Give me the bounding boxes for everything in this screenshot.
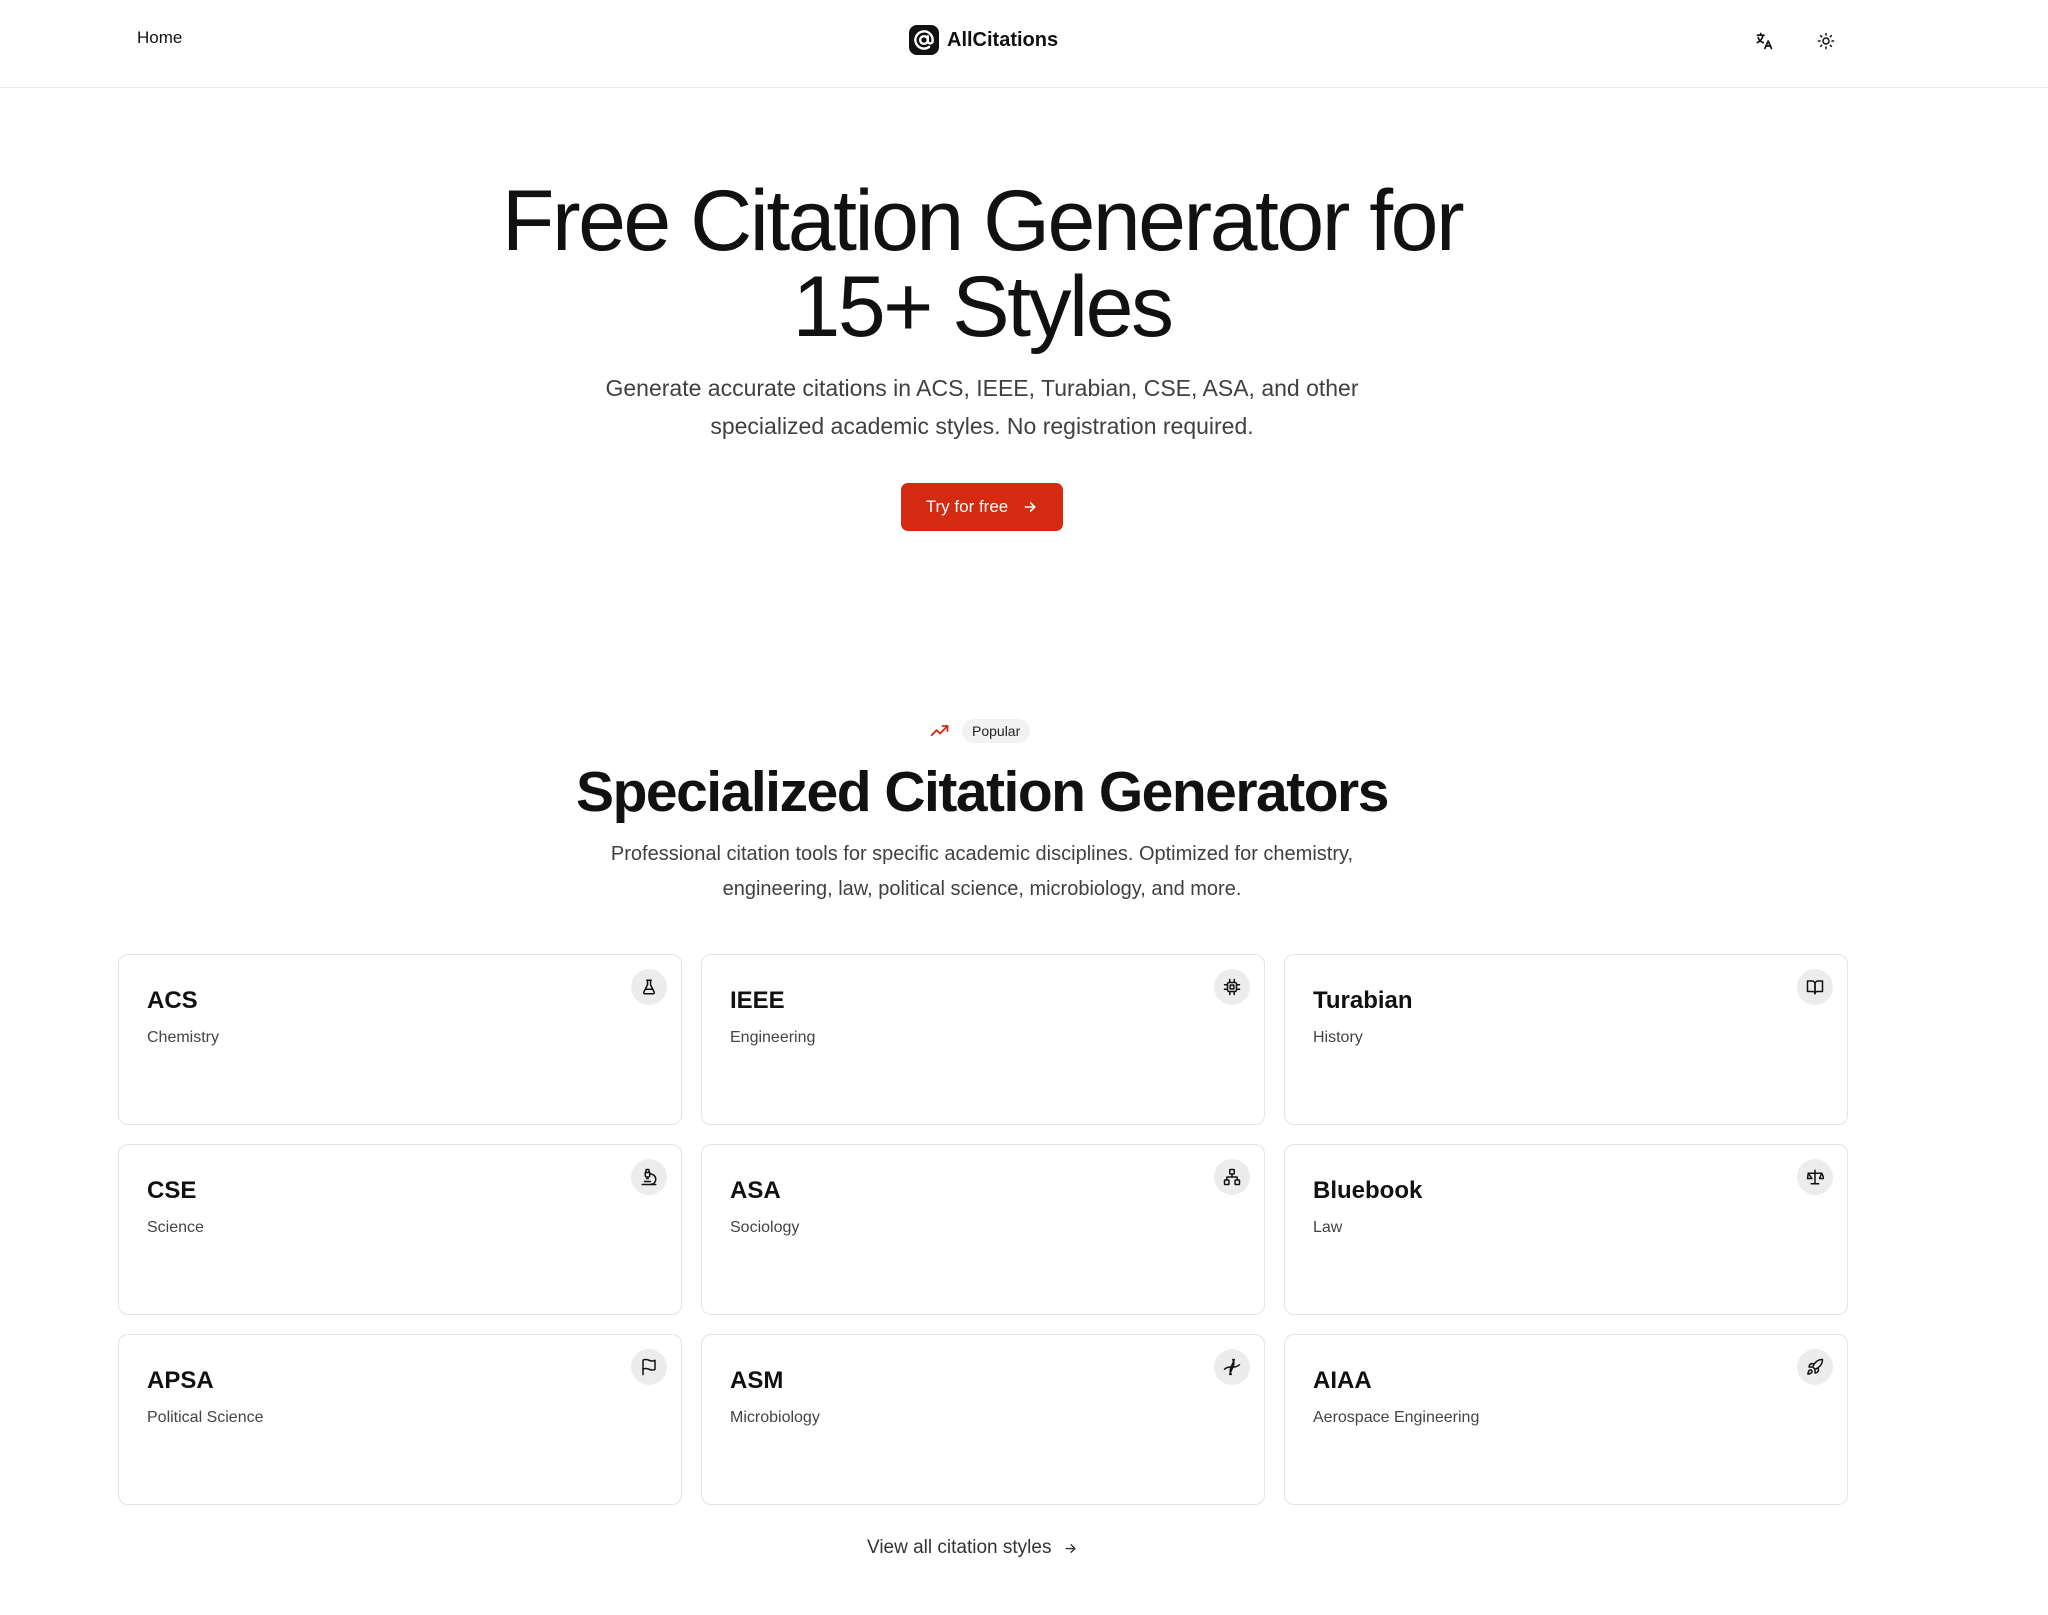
nav-home-link[interactable]: Home bbox=[137, 28, 182, 48]
theme-toggle-button[interactable] bbox=[1809, 24, 1843, 58]
book-open-icon bbox=[1797, 969, 1833, 1005]
translate-icon bbox=[1756, 32, 1773, 50]
card-subtitle: Sociology bbox=[730, 1219, 800, 1236]
brand[interactable]: AllCitations bbox=[909, 24, 1058, 56]
card-title: APSA bbox=[147, 1367, 214, 1394]
hero-title-line1: Free Citation Generator for bbox=[501, 173, 1465, 269]
section-subtitle-line2: engineering, law, political science, mic… bbox=[722, 878, 1242, 900]
generator-grid: ACS Chemistry IEEE Engineering Turabian … bbox=[118, 954, 1848, 1505]
card-title: ASM bbox=[730, 1367, 784, 1394]
card-ieee[interactable]: IEEE Engineering bbox=[701, 954, 1265, 1125]
card-title: CSE bbox=[147, 1177, 197, 1204]
popular-badge: Popular bbox=[928, 717, 1031, 745]
cpu-icon bbox=[1214, 969, 1250, 1005]
arrow-right-icon bbox=[1065, 1543, 1077, 1553]
card-cse[interactable]: CSE Science bbox=[118, 1144, 682, 1315]
arrow-right-icon bbox=[1024, 502, 1036, 512]
card-title: ASA bbox=[730, 1177, 781, 1204]
at-sign-logo-icon bbox=[909, 25, 939, 55]
card-subtitle: History bbox=[1313, 1029, 1363, 1046]
hero-title: Free Citation Generator for 15+ Styles bbox=[424, 178, 1540, 350]
card-subtitle: Political Science bbox=[147, 1409, 264, 1426]
card-title: AIAA bbox=[1313, 1367, 1372, 1394]
hero-subtitle-line2: specialized academic styles. No registra… bbox=[710, 413, 1254, 439]
card-title: Turabian bbox=[1313, 987, 1413, 1014]
sun-icon bbox=[1817, 32, 1835, 50]
card-subtitle: Engineering bbox=[730, 1029, 816, 1046]
brand-name: AllCitations bbox=[947, 28, 1059, 51]
card-title: ACS bbox=[147, 987, 198, 1014]
view-all-styles-link[interactable]: View all citation styles bbox=[867, 1533, 1078, 1563]
flask-icon bbox=[631, 969, 667, 1005]
card-subtitle: Chemistry bbox=[147, 1029, 220, 1046]
popular-label: Popular bbox=[962, 719, 1031, 743]
card-asm[interactable]: ASM Microbiology bbox=[701, 1334, 1265, 1505]
card-title: Bluebook bbox=[1313, 1177, 1423, 1204]
dna-icon bbox=[1214, 1349, 1250, 1385]
view-all-label: View all citation styles bbox=[867, 1537, 1052, 1558]
section-title: Specialized Citation Generators bbox=[576, 760, 1389, 824]
hero-subtitle: Generate accurate citations in ACS, IEEE… bbox=[574, 369, 1390, 445]
card-subtitle: Law bbox=[1313, 1219, 1343, 1236]
card-aiaa[interactable]: AIAA Aerospace Engineering bbox=[1284, 1334, 1848, 1505]
card-asa[interactable]: ASA Sociology bbox=[701, 1144, 1265, 1315]
card-apsa[interactable]: APSA Political Science bbox=[118, 1334, 682, 1505]
rocket-icon bbox=[1797, 1349, 1833, 1385]
cta-label: Try for free bbox=[925, 497, 1009, 516]
card-turabian[interactable]: Turabian History bbox=[1284, 954, 1848, 1125]
site-header: Home AllCitations bbox=[0, 0, 2048, 88]
try-for-free-button[interactable]: Try for free bbox=[901, 483, 1063, 531]
section-subtitle: Professional citation tools for specific… bbox=[574, 837, 1390, 907]
card-subtitle: Microbiology bbox=[730, 1409, 820, 1426]
card-acs[interactable]: ACS Chemistry bbox=[118, 954, 682, 1125]
card-title: IEEE bbox=[730, 987, 785, 1014]
flag-icon bbox=[631, 1349, 667, 1385]
card-subtitle: Science bbox=[147, 1219, 204, 1236]
hero-subtitle-line1: Generate accurate citations in ACS, IEEE… bbox=[605, 375, 1359, 401]
hero-title-line2: 15+ Styles bbox=[792, 259, 1174, 355]
card-subtitle: Aerospace Engineering bbox=[1313, 1409, 1480, 1426]
microscope-icon bbox=[631, 1159, 667, 1195]
trending-up-icon bbox=[930, 725, 949, 737]
network-icon bbox=[1214, 1159, 1250, 1195]
section-subtitle-line1: Professional citation tools for specific… bbox=[610, 843, 1354, 865]
card-bluebook[interactable]: Bluebook Law bbox=[1284, 1144, 1848, 1315]
language-button[interactable] bbox=[1747, 24, 1781, 58]
scale-icon bbox=[1797, 1159, 1833, 1195]
